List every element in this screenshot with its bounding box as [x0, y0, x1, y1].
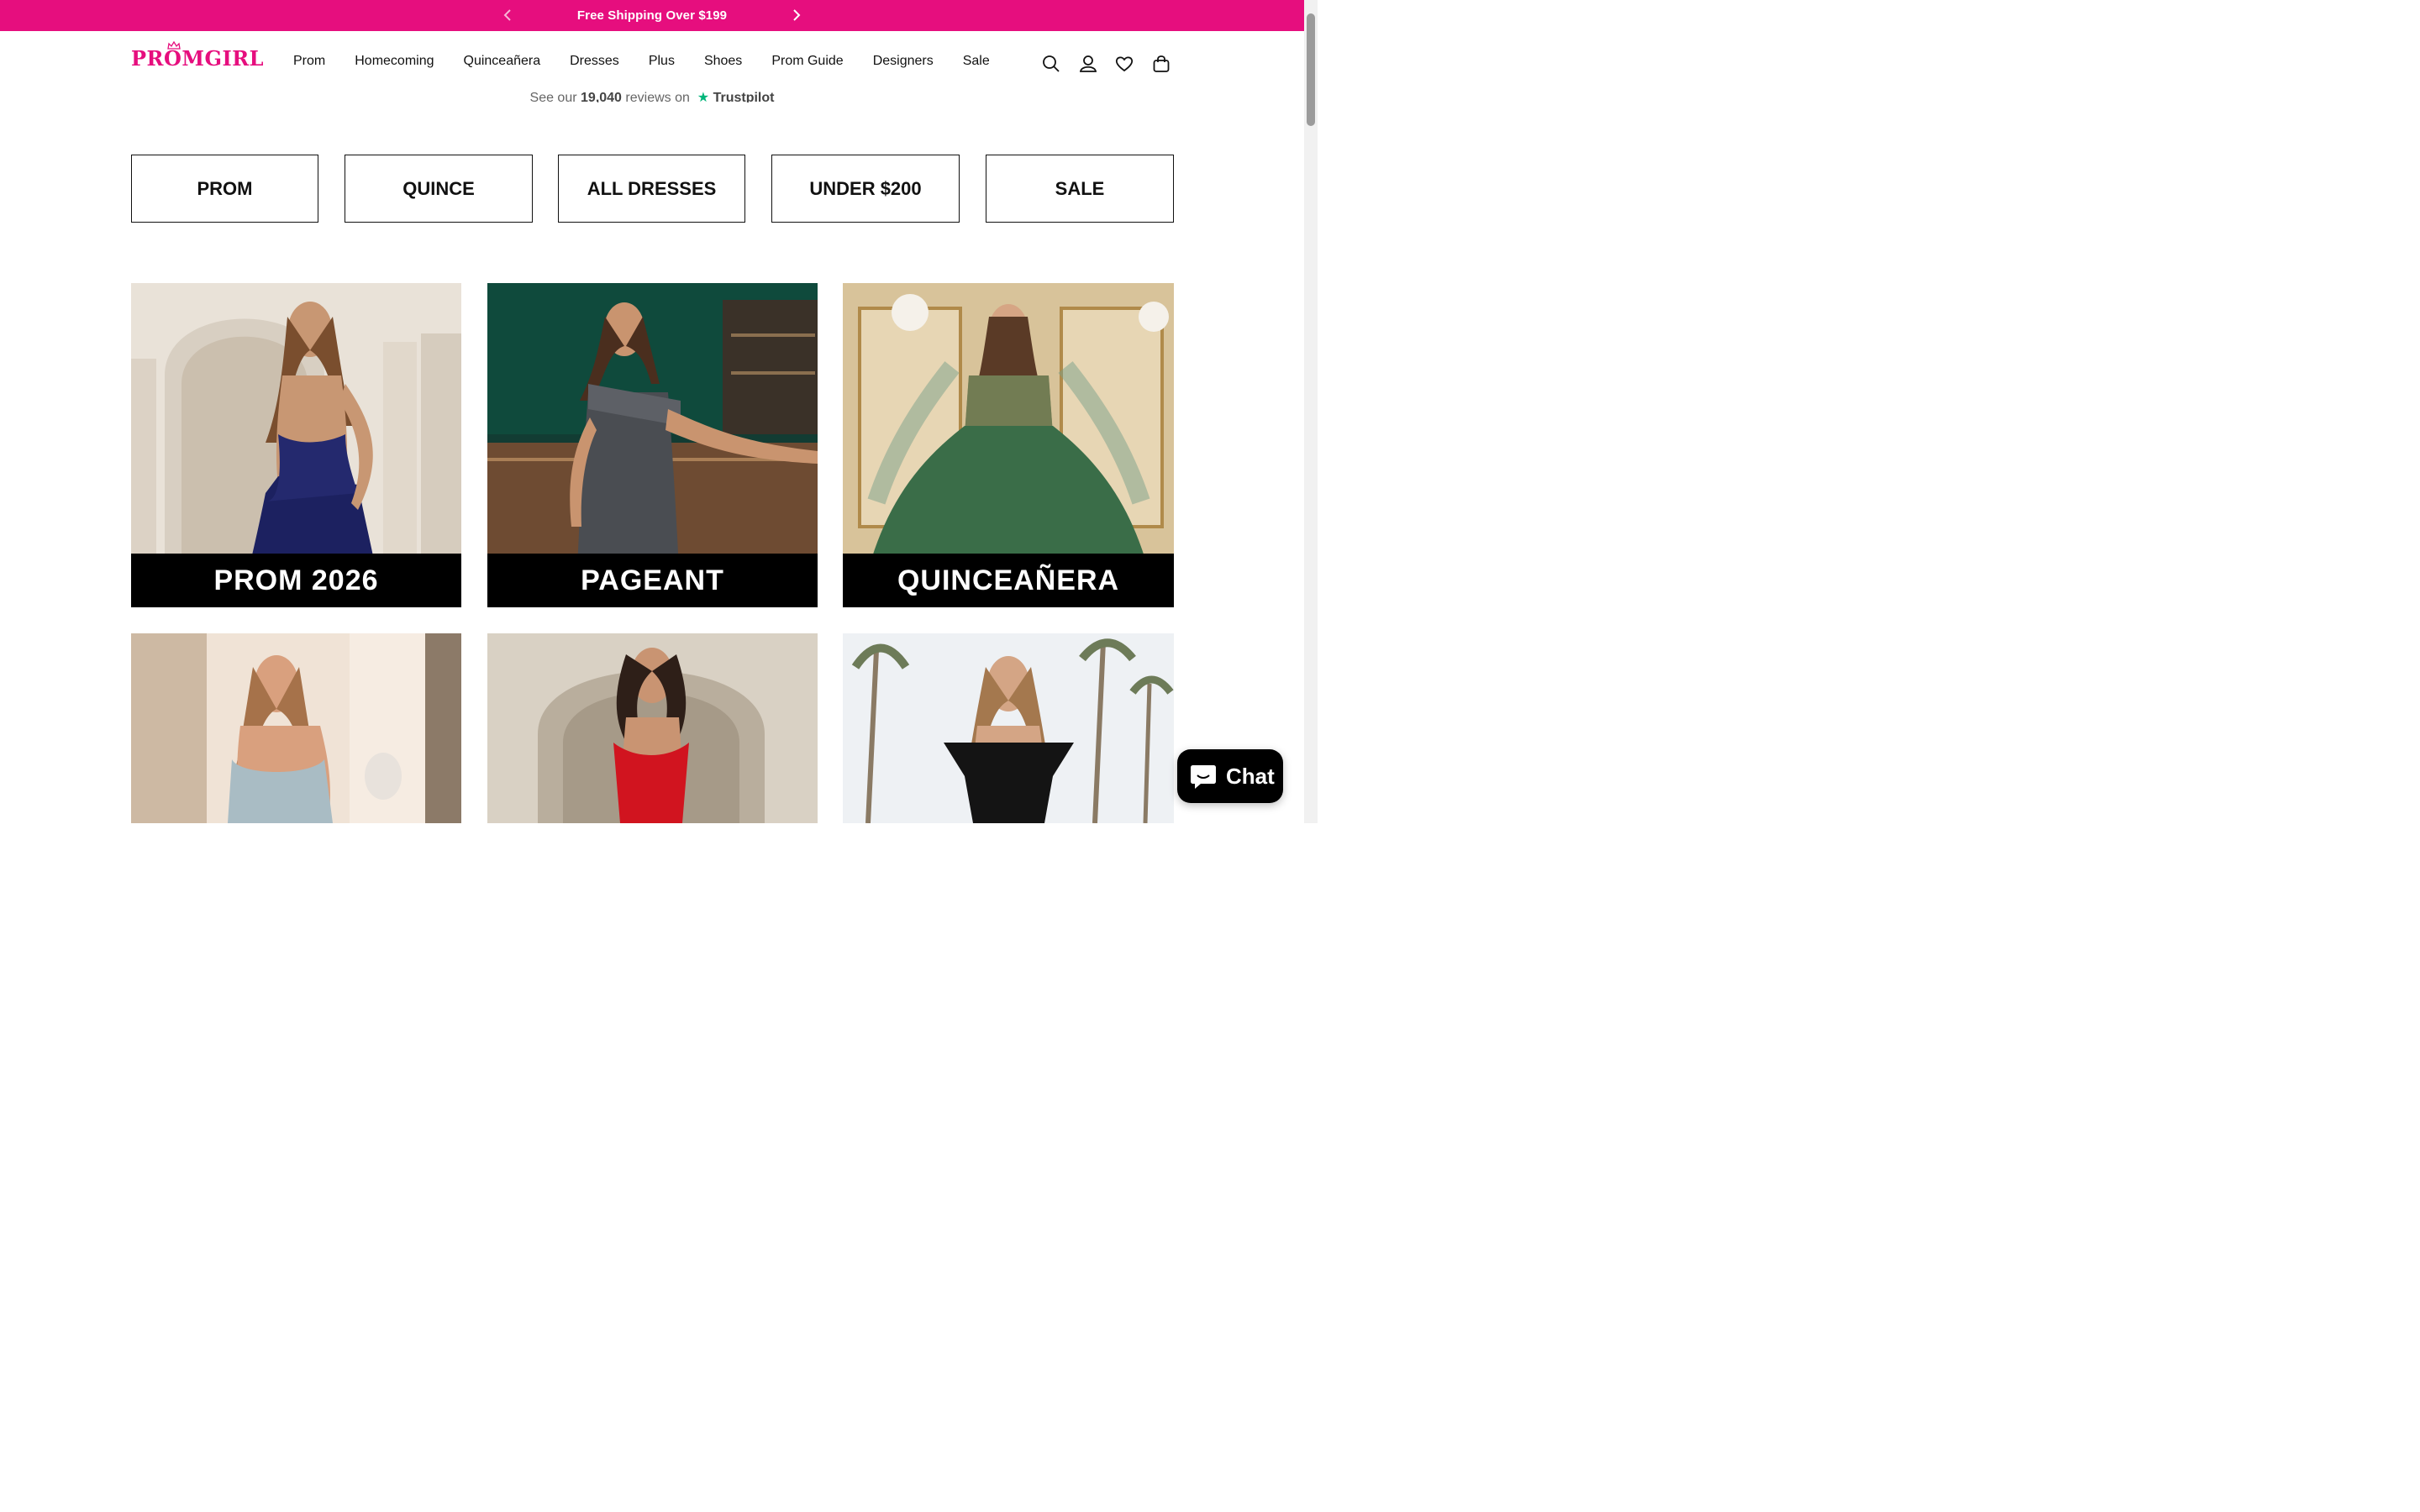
trustpilot-brand: Trustpilot	[713, 91, 775, 102]
tile-label: PROM 2026	[131, 554, 461, 607]
nav-plus[interactable]: Plus	[649, 54, 675, 69]
announcement-bar: Free Shipping Over $199	[0, 0, 1304, 31]
search-icon[interactable]	[1042, 55, 1060, 73]
category-button-sale[interactable]: SALE	[986, 155, 1174, 223]
collection-tile[interactable]	[843, 633, 1174, 823]
collection-tile[interactable]	[487, 633, 818, 823]
promgirl-logo[interactable]: PROMGIRL	[131, 41, 265, 71]
chevron-right-icon[interactable]	[788, 8, 803, 23]
category-button-quince[interactable]: QUINCE	[345, 155, 533, 223]
nav-designers[interactable]: Designers	[873, 54, 934, 69]
black-dress-model-image	[843, 633, 1174, 823]
page-scrollbar[interactable]	[1304, 0, 1318, 823]
collection-tile-pageant[interactable]: PAGEANT	[487, 283, 818, 607]
collection-tile[interactable]	[131, 633, 461, 823]
trustpilot-star-icon: ★	[697, 91, 710, 102]
nav-prom[interactable]: Prom	[293, 54, 325, 69]
nav-dresses[interactable]: Dresses	[570, 54, 619, 69]
sequin-dress-model-image	[131, 633, 461, 823]
logo-text: PROMGIRL	[131, 46, 265, 71]
collection-tile-prom-2026[interactable]: PROM 2026	[131, 283, 461, 607]
nav-homecoming[interactable]: Homecoming	[355, 54, 434, 69]
tile-label: PAGEANT	[487, 554, 818, 607]
wishlist-heart-icon[interactable]	[1115, 55, 1134, 73]
trustpilot-prefix: See our	[529, 91, 577, 102]
category-button-all-dresses[interactable]: ALL DRESSES	[558, 155, 745, 223]
main-nav: Prom Homecoming Quinceañera Dresses Plus…	[293, 54, 1019, 69]
nav-sale[interactable]: Sale	[963, 54, 990, 69]
trustpilot-widget[interactable]: See our 19,040 reviews on ★ Trustpilot	[0, 87, 1304, 102]
trustpilot-count: 19,040	[581, 91, 622, 102]
cart-bag-icon[interactable]	[1152, 55, 1171, 73]
category-button-under-200[interactable]: UNDER $200	[771, 155, 960, 223]
chat-bubble-icon	[1189, 763, 1218, 790]
nav-prom-guide[interactable]: Prom Guide	[771, 54, 843, 69]
nav-shoes[interactable]: Shoes	[704, 54, 742, 69]
collection-tile-quinceanera[interactable]: QUINCEAÑERA	[843, 283, 1174, 607]
trustpilot-suffix: reviews on	[625, 91, 690, 102]
announcement-message: Free Shipping Over $199	[576, 8, 728, 23]
tile-label: QUINCEAÑERA	[843, 554, 1174, 607]
crown-icon	[167, 41, 181, 50]
scrollbar-thumb[interactable]	[1307, 13, 1315, 126]
red-dress-model-image	[487, 633, 818, 823]
chat-label: Chat	[1226, 763, 1275, 789]
nav-quinceanera[interactable]: Quinceañera	[464, 54, 541, 69]
account-icon[interactable]	[1079, 55, 1097, 73]
chat-button[interactable]: Chat	[1177, 749, 1283, 803]
category-button-prom[interactable]: PROM	[131, 155, 318, 223]
